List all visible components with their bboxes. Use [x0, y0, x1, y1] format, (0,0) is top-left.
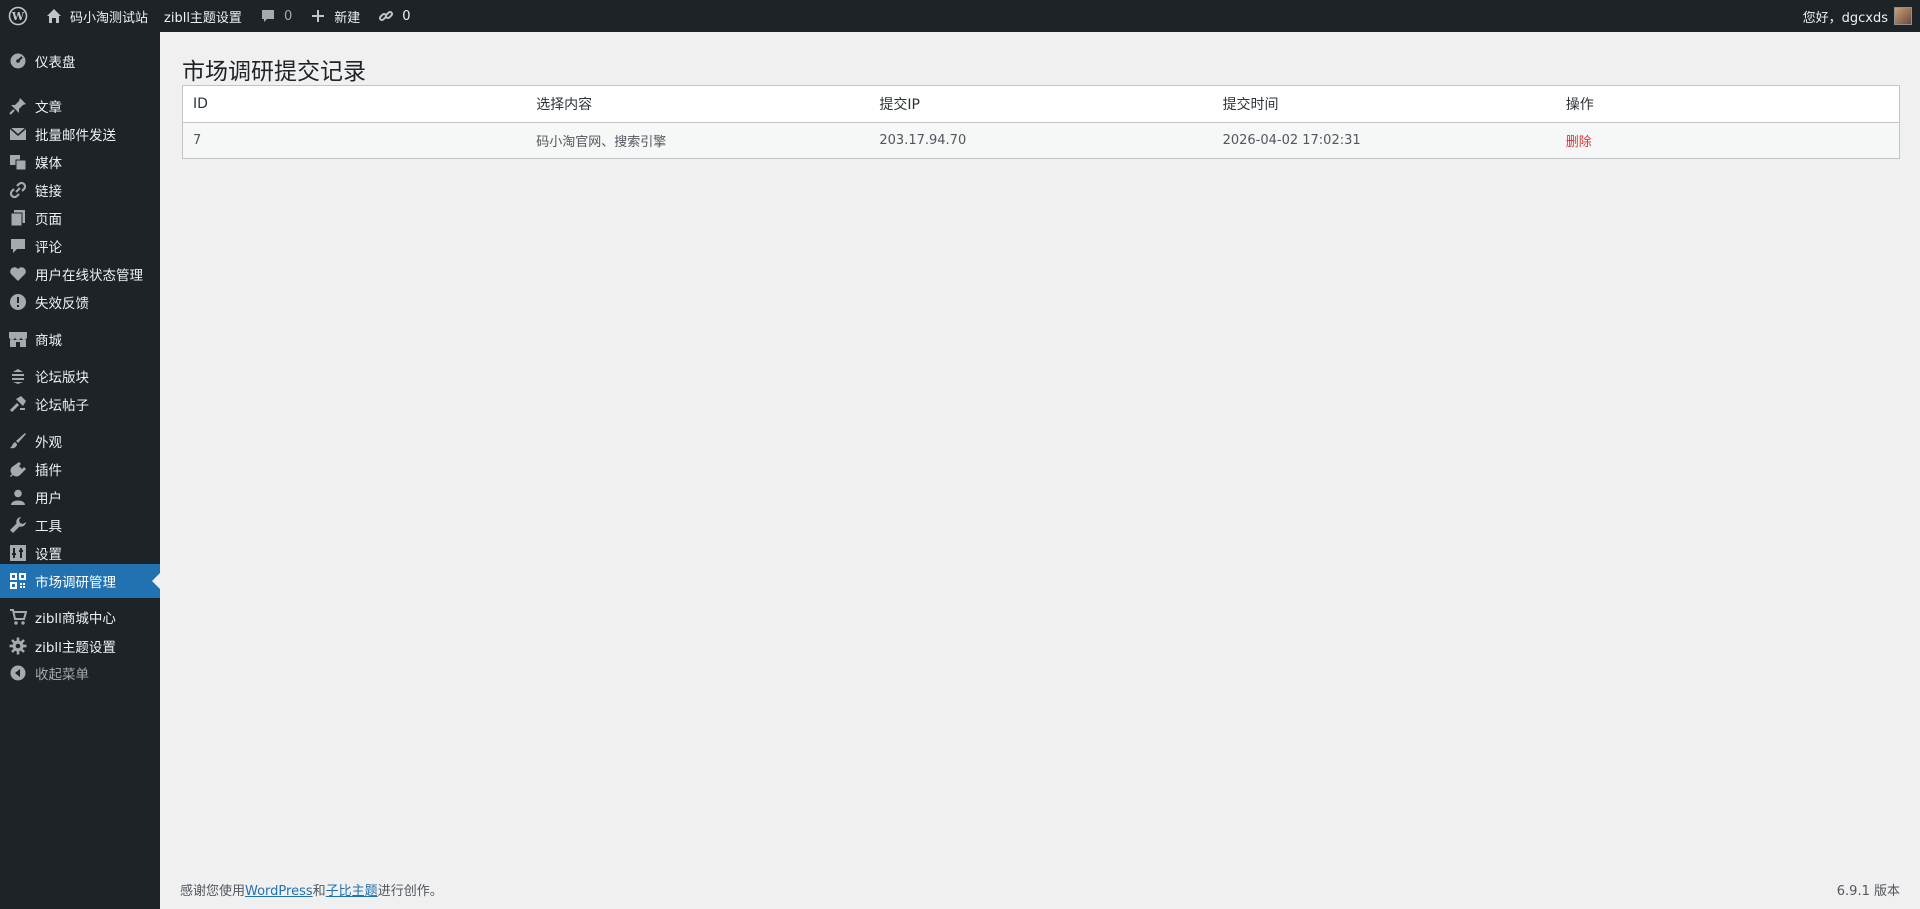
cell-ip: 203.17.94.70 [869, 122, 1213, 158]
footer-text-suffix: 进行创作。 [377, 884, 443, 899]
plus-icon [308, 6, 328, 26]
zibi-theme-link[interactable]: 子比主题 [326, 884, 378, 899]
menu-forum-posts[interactable]: 论坛帖子 [0, 387, 160, 421]
store-icon [8, 329, 28, 349]
heart-icon [8, 264, 28, 284]
column-header-id: ID [183, 86, 527, 123]
menu-label: 市场调研管理 [35, 575, 116, 591]
settings-icon [8, 543, 28, 563]
column-header-ip: 提交IP [869, 86, 1213, 123]
wp-logo[interactable]: W [0, 0, 36, 32]
wrench-icon [8, 515, 28, 535]
menu-store[interactable]: 商城 [0, 322, 160, 356]
theme-settings-label: zibll主题设置 [164, 10, 242, 26]
svg-text:W: W [11, 10, 25, 23]
menu-dashboard[interactable]: 仪表盘 [0, 44, 160, 78]
cell-content: 码小淘官网、搜索引擎 [526, 122, 870, 158]
comment-icon [8, 236, 28, 256]
grid-icon [8, 571, 28, 591]
site-name-link[interactable]: 码小淘测试站 [36, 0, 156, 32]
forum-icon [8, 366, 28, 386]
footer-text-prefix: 感谢您使用 [180, 884, 246, 899]
menu-label: 插件 [35, 463, 62, 479]
links-link[interactable]: 0 [368, 0, 418, 32]
menu-label: 评论 [35, 240, 62, 256]
comments-count: 0 [283, 8, 293, 24]
plugin-icon [8, 459, 28, 479]
menu-label: 用户在线状态管理 [35, 268, 143, 284]
records-table: ID 选择内容 提交IP 提交时间 操作 7 码小淘官网、搜索引擎 203.17… [182, 85, 1900, 159]
links-count: 0 [402, 8, 411, 24]
column-header-time: 提交时间 [1212, 86, 1556, 123]
theme-settings-link[interactable]: zibll主题设置 [156, 0, 250, 32]
footer: 感谢您使用WordPress和子比主题进行创作。 6.9.1 版本 [180, 880, 1900, 899]
menu-label: 用户 [35, 491, 62, 507]
menu-label: 设置 [35, 547, 62, 563]
menu-market-research[interactable]: 市场调研管理 [0, 564, 160, 598]
site-name: 码小淘测试站 [70, 10, 149, 26]
cell-action: 删除 [1555, 122, 1899, 158]
collapse-icon [8, 663, 28, 683]
admin-bar: W 码小淘测试站 zibll主题设置 0 新建 0 您好，dgcxds [0, 0, 1920, 32]
new-content-link[interactable]: 新建 [300, 0, 368, 32]
dashboard-icon [8, 51, 28, 71]
wordpress-icon: W [8, 6, 28, 26]
menu-label: 工具 [35, 519, 62, 535]
page-title: 市场调研提交记录 [182, 59, 366, 85]
menu-label: 论坛版块 [35, 370, 89, 386]
email-icon [8, 124, 28, 144]
menu-label: 链接 [35, 184, 62, 200]
gear-icon [8, 636, 28, 656]
menu-label: zibll商城中心 [35, 611, 116, 627]
cart-icon [8, 607, 28, 627]
menu-label: 外观 [35, 435, 62, 451]
menu-invalid-feedback[interactable]: 失效反馈 [0, 285, 160, 319]
collapse-menu-button[interactable]: 收起菜单 [0, 656, 160, 690]
cell-time: 2026-04-02 17:02:31 [1212, 122, 1556, 158]
pin-icon [8, 96, 28, 116]
menu-label: 媒体 [35, 156, 62, 172]
footer-version: 6.9.1 版本 [1836, 884, 1900, 899]
link-icon [376, 6, 396, 26]
menu-label: 批量邮件发送 [35, 128, 116, 144]
admin-menu: 仪表盘 文章 批量邮件发送 媒体 链接 页面 评论 用户在线状态管理 失效反馈 … [0, 32, 160, 909]
warning-icon [8, 292, 28, 312]
menu-label: 文章 [35, 100, 62, 116]
menu-label: 页面 [35, 212, 62, 228]
footer-thanks: 感谢您使用WordPress和子比主题进行创作。 [180, 880, 443, 899]
user-icon [8, 487, 28, 507]
my-account[interactable]: 您好，dgcxds [1803, 0, 1920, 32]
avatar [1894, 7, 1912, 25]
main-content: 市场调研提交记录 ID 选择内容 提交IP 提交时间 操作 7 码小淘官网、搜索… [160, 32, 1920, 909]
footer-text-and: 和 [312, 884, 326, 899]
hammer-icon [8, 394, 28, 414]
greeting: 您好，dgcxds [1802, 10, 1888, 26]
wordpress-link[interactable]: WordPress [245, 884, 313, 899]
brush-icon [8, 431, 28, 451]
column-header-content: 选择内容 [526, 86, 870, 123]
link-icon [8, 180, 28, 200]
menu-label: 收起菜单 [35, 667, 89, 683]
home-icon [44, 6, 64, 26]
menu-label: 仪表盘 [35, 55, 76, 71]
cell-id: 7 [183, 122, 527, 158]
page-icon [8, 208, 28, 228]
media-icon [8, 152, 28, 172]
column-header-action: 操作 [1555, 86, 1899, 123]
menu-label: 失效反馈 [35, 296, 89, 312]
comments-link[interactable]: 0 [250, 0, 300, 32]
table-row: 7 码小淘官网、搜索引擎 203.17.94.70 2026-04-02 17:… [183, 122, 1899, 158]
comment-bubble-icon [258, 6, 278, 26]
menu-label: zibll主题设置 [35, 640, 116, 656]
new-label: 新建 [334, 10, 361, 26]
delete-link[interactable]: 删除 [1566, 135, 1592, 150]
menu-label: 论坛帖子 [35, 398, 89, 414]
menu-label: 商城 [35, 333, 62, 349]
table-header-row: ID 选择内容 提交IP 提交时间 操作 [183, 86, 1899, 123]
